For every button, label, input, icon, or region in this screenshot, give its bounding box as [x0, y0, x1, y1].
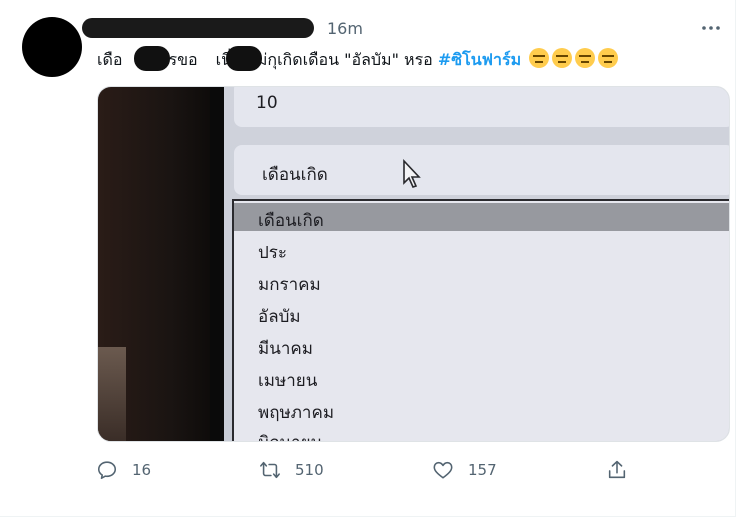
expressionless-face-icon	[552, 48, 573, 68]
photo-dropdown-option-label: มิถนายน	[258, 429, 322, 441]
photo-dropdown-option: มกราคม	[234, 267, 729, 295]
photo-dropdown-list: เดือนเกิดประมกราคมอัลบัมมีนาคมเมษายนพฤษภ…	[232, 199, 729, 441]
retweet-icon	[260, 461, 280, 479]
reply-button[interactable]: 16	[96, 457, 151, 483]
reply-count: 16	[132, 461, 152, 479]
heart-icon	[433, 461, 453, 479]
photo-dropdown-option-label: อัลบัม	[258, 307, 301, 327]
photo-background	[98, 347, 126, 441]
photo-select-field: เดือนเกิด	[234, 145, 729, 195]
author-name-redacted	[82, 18, 314, 38]
photographed-screen: 10 เดือนเกิด เดือนเกิดประมกราคมอัลบัมมีน…	[224, 87, 729, 441]
retweet-button[interactable]: 510	[259, 457, 324, 483]
expressionless-face-icon	[529, 48, 550, 68]
photo-form-field: 10	[234, 87, 729, 127]
photo-dropdown-option-label: มีนาคม	[258, 339, 313, 359]
hashtag-link[interactable]: #ซิโนฟาร์ม	[438, 50, 521, 69]
photo-dropdown-option: มิถนายน	[234, 425, 729, 441]
like-count: 157	[468, 461, 497, 479]
photo-field-value: 10	[256, 93, 278, 113]
photo-dropdown-option-label: มกราคม	[258, 275, 321, 295]
share-button[interactable]	[606, 457, 642, 483]
share-icon	[608, 460, 626, 479]
photo-dropdown-option-label: เดือนเกิด	[258, 211, 324, 231]
photo-dropdown-option: พฤษภาคม	[234, 395, 729, 423]
photo-select-label: เดือนเกิด	[262, 165, 328, 185]
tweet-actions: 16 510 157	[0, 457, 735, 487]
photo-dropdown-option: เดือนเกิด	[234, 203, 729, 231]
photo-dropdown-option-label: ประ	[258, 243, 288, 263]
photo-dropdown-option: เมษายน	[234, 363, 729, 391]
tweet-card[interactable]: 16m เดือ ไรขอ เนี่ย แม่กุเกิดเดือน "อัลบัม…	[0, 0, 736, 517]
reply-icon	[97, 461, 117, 480]
expressionless-face-icon	[575, 48, 596, 68]
tweet-text: เดือ ไรขอ เนี่ย แม่กุเกิดเดือน "อัลบัม" หร…	[97, 48, 619, 70]
mouse-cursor-icon	[403, 159, 421, 188]
photo-dropdown-option-label: พฤษภาคม	[258, 403, 335, 423]
photo-dropdown-option: อัลบัม	[234, 299, 729, 327]
like-button[interactable]: 157	[432, 457, 497, 483]
retweet-count: 510	[295, 461, 324, 479]
expressionless-face-icon	[598, 48, 619, 68]
text-redaction	[134, 46, 170, 71]
photo-dropdown-option: ประ	[234, 235, 729, 263]
avatar[interactable]	[22, 17, 82, 77]
more-options-icon[interactable]	[699, 16, 723, 40]
monitor-bezel	[210, 87, 224, 441]
photo-dropdown-option: มีนาคม	[234, 331, 729, 359]
tweet-text-part: เดือ	[97, 50, 123, 69]
tweet-photo[interactable]: 10 เดือนเกิด เดือนเกิดประมกราคมอัลบัมมีน…	[97, 86, 730, 442]
text-redaction	[226, 46, 262, 71]
tweet-timestamp[interactable]: 16m	[327, 19, 363, 38]
photo-dropdown-option-label: เมษายน	[258, 371, 318, 391]
